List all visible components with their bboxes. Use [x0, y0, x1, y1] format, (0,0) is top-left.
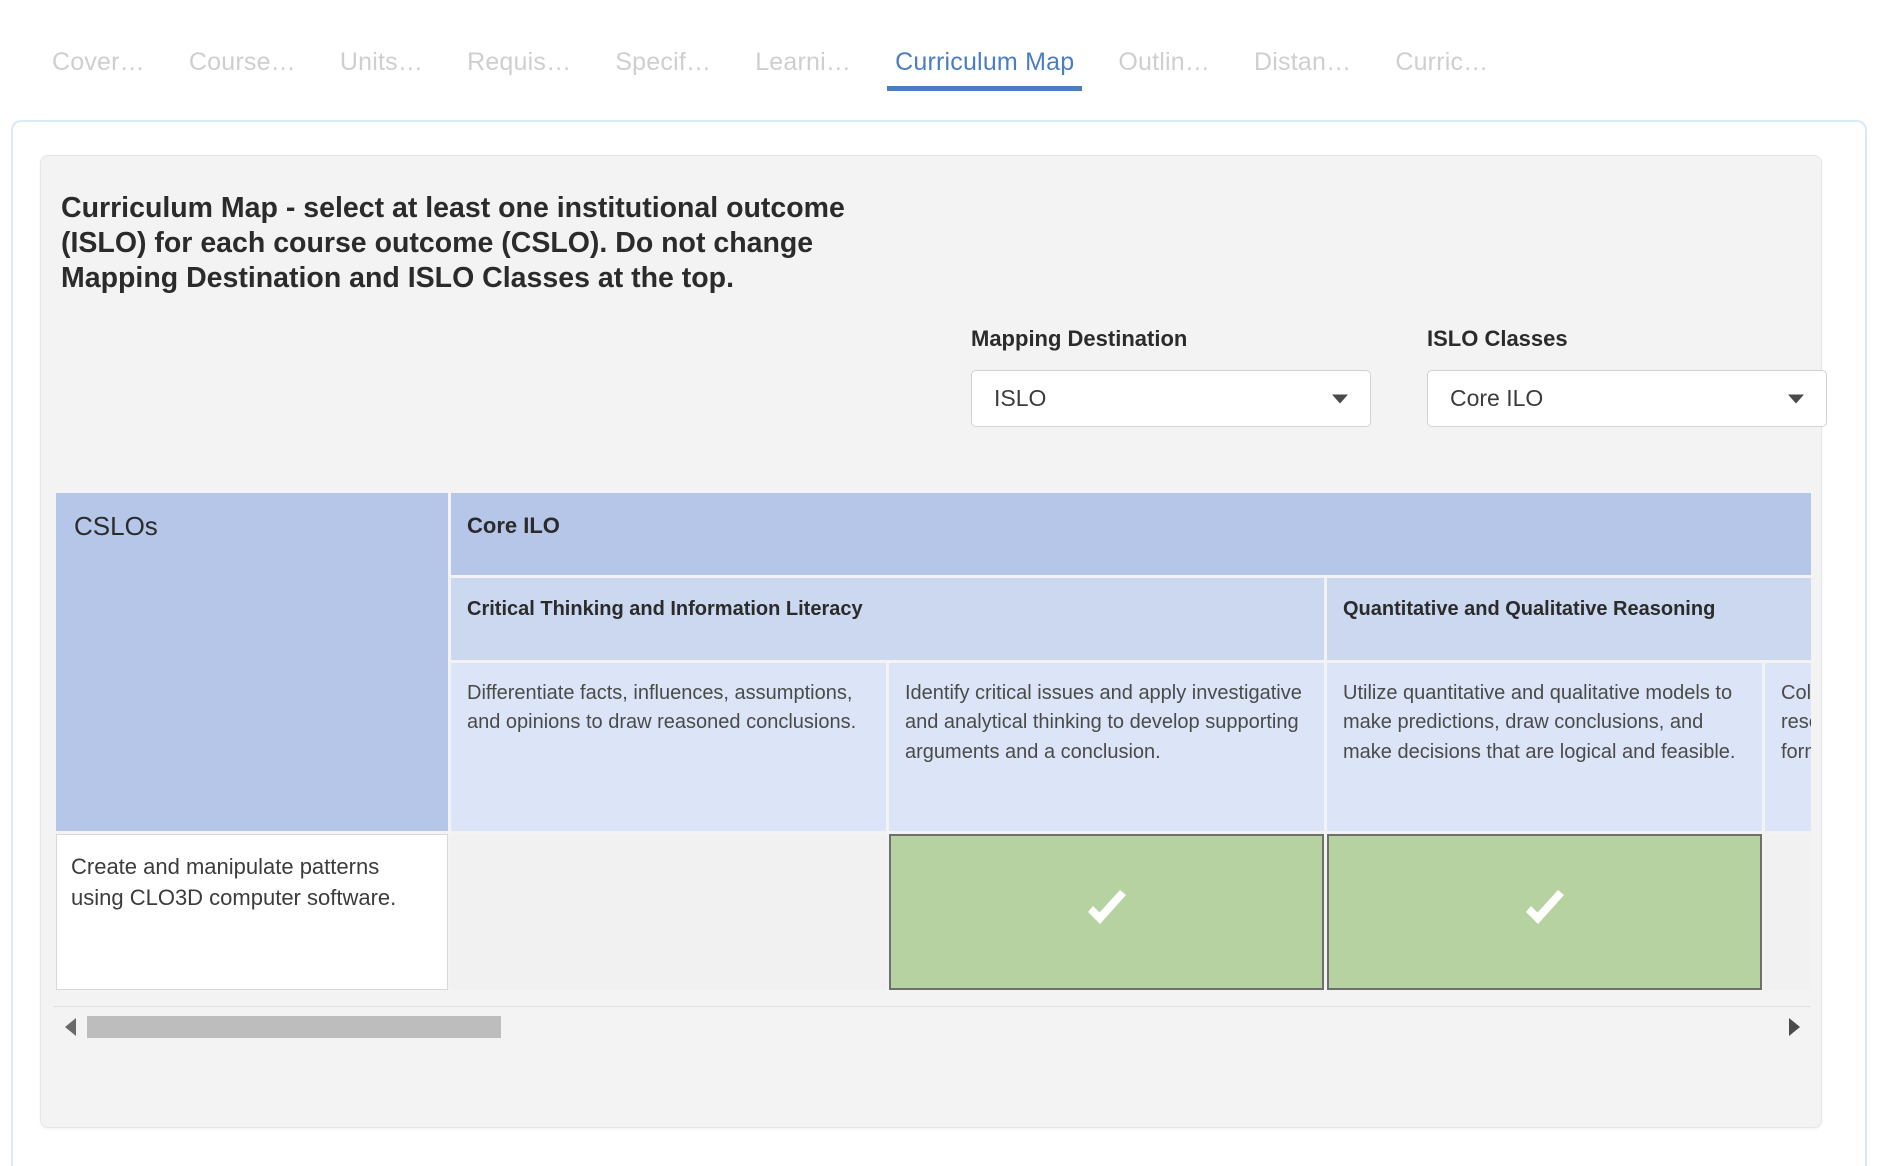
mapping-destination-select[interactable]: ISLO [971, 370, 1371, 427]
table-row: Create and manipulate patterns using CLO… [56, 834, 1811, 990]
table-group-header-row: CSLOs Core ILO [56, 493, 1811, 831]
core-ilo-group-header: Core ILO [451, 493, 1811, 575]
chevron-down-icon [1332, 394, 1348, 403]
outcome-header-2: Identify critical issues and apply inves… [889, 663, 1324, 831]
outcome-header-1: Differentiate facts, influences, assumpt… [451, 663, 886, 831]
horizontal-scrollbar[interactable] [53, 1006, 1811, 1047]
cslo-cell-1: Create and manipulate patterns using CLO… [56, 834, 448, 990]
category-header-quantitative-reasoning: Quantitative and Qualitative Reasoning [1327, 578, 1811, 660]
tab-bar: Cover… Course… Units… Requis… Specif… Le… [0, 0, 1878, 119]
tab-curriculum-map[interactable]: Curriculum Map [873, 0, 1096, 91]
tab-course[interactable]: Course… [167, 0, 318, 76]
scrollbar-thumb[interactable] [87, 1016, 502, 1038]
islo-classes-label: ISLO Classes [1427, 326, 1568, 351]
category-header-critical-thinking: Critical Thinking and Information Litera… [451, 578, 1324, 660]
mapping-destination-group: Mapping Destination ISLO [971, 326, 1371, 427]
islo-classes-value: Core ILO [1450, 385, 1544, 411]
tab-units[interactable]: Units… [318, 0, 445, 76]
check-icon [1081, 884, 1133, 936]
tab-cover[interactable]: Cover… [30, 0, 167, 76]
page-title: Curriculum Map - select at least one ins… [61, 192, 845, 294]
tab-outline[interactable]: Outlin… [1096, 0, 1232, 76]
outcome-header-4: Collect, organize, analyze and process r… [1765, 663, 1811, 831]
scroll-right-button[interactable] [1777, 1007, 1811, 1047]
mapping-destination-value: ISLO [994, 385, 1047, 411]
map-cell-r1c2[interactable] [889, 834, 1324, 990]
mapping-destination-label: Mapping Destination [971, 326, 1188, 351]
map-cell-r1c3[interactable] [1327, 834, 1762, 990]
curriculum-map-table-scroll-area: CSLOs Core ILO Critical Thinking and Inf… [53, 490, 1811, 1000]
scroll-left-button[interactable] [53, 1007, 87, 1047]
curriculum-map-panel: Curriculum Map - select at least one ins… [40, 155, 1827, 1128]
tab-specifications[interactable]: Specif… [593, 0, 733, 76]
tab-requisites[interactable]: Requis… [445, 0, 593, 76]
cslo-column-header: CSLOs [56, 493, 448, 831]
tab-distance[interactable]: Distan… [1232, 0, 1373, 76]
tab-curriculum[interactable]: Curric… [1373, 0, 1510, 76]
map-cell-r1c4[interactable] [1765, 834, 1811, 990]
map-cell-r1c1[interactable] [451, 834, 886, 990]
check-icon [1519, 884, 1571, 936]
chevron-down-icon [1788, 394, 1804, 403]
tab-learning[interactable]: Learni… [733, 0, 873, 76]
islo-classes-group: ISLO Classes Core ILO [1427, 326, 1827, 427]
scrollbar-track[interactable] [87, 1016, 1777, 1038]
islo-classes-select[interactable]: Core ILO [1427, 370, 1827, 427]
triangle-right-icon [1788, 1018, 1800, 1036]
triangle-left-icon [64, 1018, 76, 1036]
curriculum-map-table: CSLOs Core ILO Critical Thinking and Inf… [53, 490, 1811, 993]
outcome-header-3: Utilize quantitative and qualitative mod… [1327, 663, 1762, 831]
